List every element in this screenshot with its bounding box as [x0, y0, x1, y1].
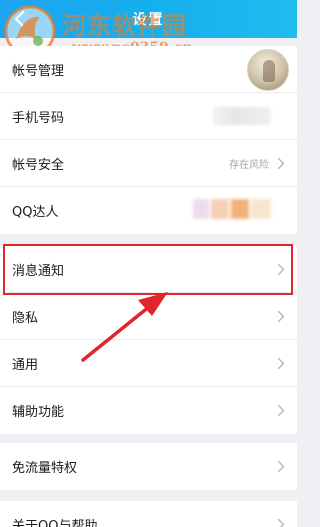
- chevron-right-icon: [277, 157, 285, 170]
- title-bar: 设置: [0, 0, 297, 38]
- row-label: 免流量特权: [12, 461, 78, 476]
- blurred-expert-badges: [193, 197, 271, 221]
- row-qq-expert[interactable]: QQ达人: [0, 187, 297, 234]
- blurred-phone-value: [213, 107, 271, 125]
- row-accessibility[interactable]: 辅助功能: [0, 387, 297, 434]
- row-label: 帐号管理: [12, 64, 65, 79]
- chevron-right-icon: [277, 310, 285, 323]
- row-message-notifications[interactable]: 消息通知: [0, 246, 297, 293]
- row-label: 消息通知: [12, 264, 65, 279]
- row-label: 辅助功能: [12, 405, 65, 420]
- row-phone-number[interactable]: 手机号码: [0, 93, 297, 140]
- settings-group: 消息通知 隐私 通用 辅助功能: [0, 246, 297, 434]
- row-label: 通用: [12, 358, 39, 373]
- row-label: 帐号安全: [12, 158, 65, 173]
- avatar: [247, 49, 289, 91]
- chevron-right-icon: [277, 518, 285, 527]
- chevron-right-icon: [277, 460, 285, 473]
- row-general[interactable]: 通用: [0, 340, 297, 387]
- chevron-right-icon: [277, 263, 285, 276]
- page-title: 设置: [132, 12, 165, 28]
- row-account-management[interactable]: 帐号管理: [0, 46, 297, 93]
- chevron-right-icon: [277, 357, 285, 370]
- row-label: QQ达人: [12, 205, 59, 220]
- security-status: 存在风险: [229, 160, 269, 171]
- row-label: 关于QQ与帮助: [12, 519, 98, 527]
- account-group: 帐号管理 手机号码 帐号安全 存在风险 QQ达人: [0, 46, 297, 234]
- row-account-security[interactable]: 帐号安全 存在风险: [0, 140, 297, 187]
- row-privacy[interactable]: 隐私: [0, 293, 297, 340]
- about-group: 关于QQ与帮助: [0, 501, 297, 527]
- row-free-data[interactable]: 免流量特权: [0, 443, 297, 490]
- privilege-group: 免流量特权: [0, 443, 297, 490]
- row-label: 手机号码: [12, 111, 65, 126]
- row-label: 隐私: [12, 311, 39, 326]
- row-about[interactable]: 关于QQ与帮助: [0, 501, 297, 527]
- chevron-right-icon: [277, 404, 285, 417]
